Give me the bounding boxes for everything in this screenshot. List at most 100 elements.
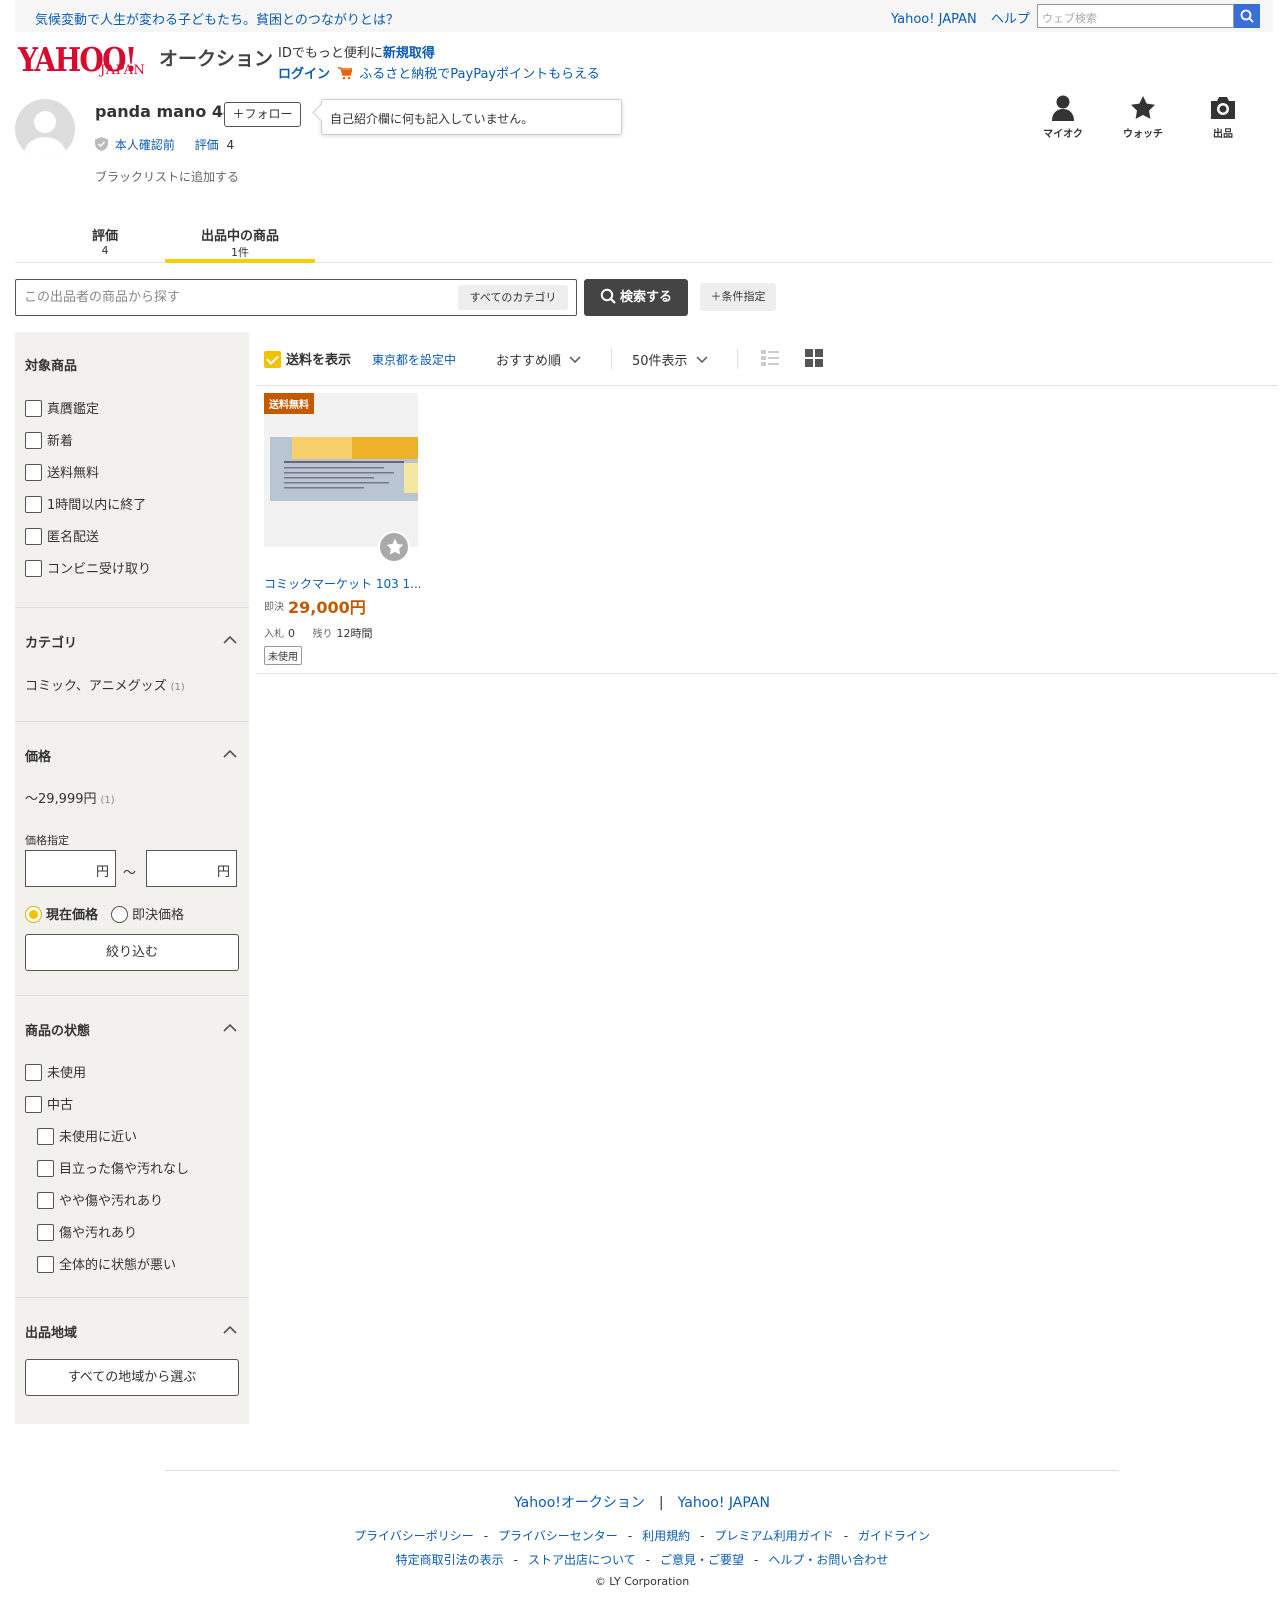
logo-japan-text: JAPAN bbox=[100, 63, 146, 78]
premium-guide-link[interactable]: プレミアム利用ガイド bbox=[715, 1529, 834, 1543]
filter-no-noticeable-damage[interactable]: 目立った傷や汚れなし bbox=[37, 1158, 189, 1177]
signup-link[interactable]: 新規取得 bbox=[383, 46, 435, 61]
myauction-label: マイオク bbox=[1043, 129, 1083, 140]
filter-convenience-store[interactable]: コンビニ受け取り bbox=[25, 558, 151, 577]
price-max-input[interactable]: 円 bbox=[146, 850, 237, 887]
radio-current-price[interactable]: 現在価格 bbox=[25, 904, 98, 923]
price-min-input[interactable]: 円 bbox=[25, 850, 116, 887]
price-range-link[interactable]: 〜29,999円 (1) bbox=[25, 788, 115, 807]
checkbox[interactable] bbox=[25, 400, 42, 417]
chevron-up-icon[interactable] bbox=[223, 636, 237, 644]
show-shipping-toggle[interactable]: 送料を表示 bbox=[264, 349, 351, 368]
terms-link[interactable]: 利用規約 bbox=[642, 1529, 690, 1543]
watch-list-button[interactable]: ウォッチ bbox=[1113, 95, 1173, 140]
per-page-select[interactable]: 50件表示 bbox=[632, 350, 708, 369]
sort-label: おすすめ順 bbox=[496, 354, 562, 369]
checkbox[interactable] bbox=[37, 1192, 54, 1209]
condition-tag: 未使用 bbox=[264, 646, 302, 665]
help-link[interactable]: ヘルプ bbox=[991, 12, 1030, 27]
narrow-button[interactable]: 絞り込む bbox=[25, 934, 239, 971]
tab-ratings[interactable]: 評価 4 bbox=[75, 225, 135, 257]
filter-free-shipping[interactable]: 送料無料 bbox=[25, 462, 99, 481]
target-filter-section: 対象商品 真贋鑑定 新着 送料無料 1時間以内に終了 匿名配送 コンビニ受け取り bbox=[15, 332, 249, 608]
filter-used[interactable]: 中古 bbox=[25, 1094, 73, 1113]
filter-authentication[interactable]: 真贋鑑定 bbox=[25, 398, 99, 417]
category-comic-anime[interactable]: コミック、アニメグッズ (1) bbox=[25, 675, 185, 694]
checkbox[interactable] bbox=[37, 1256, 54, 1273]
radio-button[interactable] bbox=[25, 906, 42, 923]
search-button[interactable]: 検索する bbox=[584, 279, 688, 316]
myauction-button[interactable]: マイオク bbox=[1033, 95, 1093, 140]
radio-button[interactable] bbox=[111, 906, 128, 923]
price-range-label: 〜29,999円 bbox=[25, 792, 97, 807]
checkbox[interactable] bbox=[25, 1064, 42, 1081]
yahoo-japan-link[interactable]: Yahoo! JAPAN bbox=[891, 12, 977, 27]
location-setting-link[interactable]: 東京都を設定中 bbox=[372, 351, 456, 368]
chevron-up-icon[interactable] bbox=[223, 750, 237, 758]
free-shipping-badge: 送料無料 bbox=[264, 393, 314, 414]
checkbox[interactable] bbox=[25, 560, 42, 577]
category-count: (1) bbox=[170, 682, 185, 693]
list-view-icon[interactable] bbox=[761, 349, 779, 367]
category-select[interactable]: すべてのカテゴリ bbox=[458, 285, 568, 310]
divider bbox=[611, 349, 612, 369]
checkbox[interactable] bbox=[37, 1224, 54, 1241]
footer-auction-link[interactable]: Yahoo!オークション bbox=[514, 1495, 645, 1511]
checkbox[interactable] bbox=[25, 496, 42, 513]
follow-button[interactable]: ＋フォロー bbox=[224, 102, 301, 127]
filter-new[interactable]: 新着 bbox=[25, 430, 73, 449]
checkbox[interactable] bbox=[25, 432, 42, 449]
chevron-up-icon[interactable] bbox=[223, 1326, 237, 1334]
filter-unused[interactable]: 未使用 bbox=[25, 1062, 86, 1081]
sort-select[interactable]: おすすめ順 bbox=[496, 350, 581, 369]
item-thumbnail[interactable]: 送料無料 bbox=[264, 393, 418, 547]
filter-label: 未使用に近い bbox=[59, 1130, 138, 1145]
verify-status[interactable]: 本人確認前 bbox=[115, 138, 175, 152]
web-search-input[interactable]: ウェブ検索 bbox=[1037, 4, 1234, 28]
top-links: Yahoo! JAPAN ヘルプ bbox=[891, 8, 1040, 27]
blacklist-link[interactable]: ブラックリストに追加する bbox=[95, 168, 239, 185]
filter-ending-soon[interactable]: 1時間以内に終了 bbox=[25, 494, 146, 513]
login-link[interactable]: ログイン bbox=[278, 67, 330, 82]
chevron-up-icon[interactable] bbox=[223, 1024, 237, 1032]
feedback-link[interactable]: ご意見・ご要望 bbox=[660, 1553, 744, 1567]
tab-ratings-label: 評価 bbox=[91, 229, 118, 244]
item-title-link[interactable]: コミックマーケット 103 1... bbox=[264, 575, 420, 592]
sell-button[interactable]: 出品 bbox=[1193, 95, 1253, 140]
checkbox[interactable] bbox=[37, 1128, 54, 1145]
privacy-policy-link[interactable]: プライバシーポリシー bbox=[354, 1529, 474, 1543]
commerce-law-link[interactable]: 特定商取引法の表示 bbox=[396, 1553, 504, 1567]
tab-listings[interactable]: 出品中の商品 1件 bbox=[165, 218, 315, 263]
footer-yahoo-link[interactable]: Yahoo! JAPAN bbox=[678, 1495, 770, 1511]
star-icon bbox=[386, 538, 404, 555]
filter-like-new[interactable]: 未使用に近い bbox=[37, 1126, 137, 1145]
checkbox[interactable] bbox=[25, 528, 42, 545]
watch-toggle[interactable] bbox=[378, 531, 410, 563]
search-icon bbox=[1240, 9, 1254, 23]
price-filter-section: 価格 〜29,999円 (1) 価格指定 円 〜 円 現在価格 即決価格 絞り込む bbox=[15, 722, 249, 996]
yen-unit: 円 bbox=[216, 865, 230, 880]
radio-buyout-price[interactable]: 即決価格 bbox=[111, 904, 184, 923]
help-contact-link[interactable]: ヘルプ・お問い合わせ bbox=[768, 1553, 888, 1567]
filter-damaged[interactable]: 傷や汚れあり bbox=[37, 1222, 137, 1241]
seller-search-input[interactable] bbox=[16, 280, 436, 315]
guidelines-link[interactable]: ガイドライン bbox=[858, 1529, 930, 1543]
web-search-button[interactable] bbox=[1234, 4, 1260, 28]
select-region-button[interactable]: すべての地域から選ぶ bbox=[25, 1359, 239, 1396]
grid-view-icon[interactable] bbox=[805, 349, 823, 367]
yahoo-auction-logo[interactable]: YAHOO! JAPAN bbox=[18, 40, 158, 82]
store-link[interactable]: ストア出店について bbox=[528, 1553, 636, 1567]
checkbox[interactable] bbox=[25, 1096, 42, 1113]
checkbox[interactable] bbox=[37, 1160, 54, 1177]
privacy-center-link[interactable]: プライバシーセンター bbox=[498, 1529, 618, 1543]
rating-label[interactable]: 評価 bbox=[195, 138, 219, 152]
filter-poor-condition[interactable]: 全体的に状態が悪い bbox=[37, 1254, 176, 1273]
filter-some-damage[interactable]: やや傷や汚れあり bbox=[37, 1190, 163, 1209]
furusato-link[interactable]: ふるさと納税でPayPayポイントもらえる bbox=[359, 67, 599, 82]
checkbox-checked[interactable] bbox=[264, 351, 281, 368]
filter-anonymous-shipping[interactable]: 匿名配送 bbox=[25, 526, 99, 545]
conditions-button[interactable]: ＋条件指定 bbox=[700, 283, 776, 311]
promo-link[interactable]: 気候変動で人生が変わる子どもたち。貧困とのつながりとは？ bbox=[35, 9, 399, 28]
service-name[interactable]: オークション bbox=[159, 44, 273, 71]
checkbox[interactable] bbox=[25, 464, 42, 481]
